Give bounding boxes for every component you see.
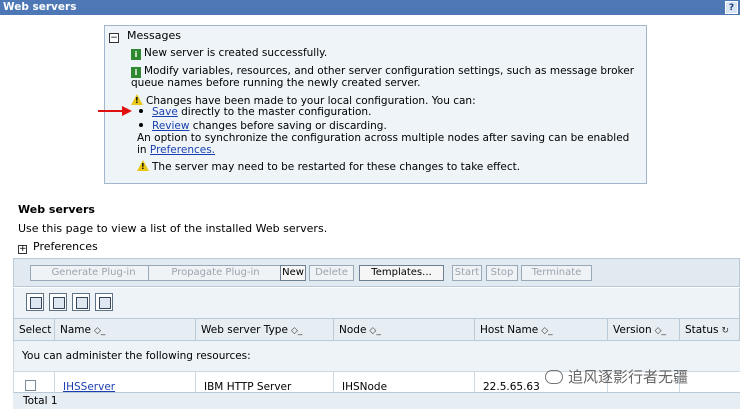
help-icon[interactable]: ? [725,1,738,14]
watermark: 追风逐影行者无疆 [545,366,688,387]
terminate-button[interactable]: Terminate [521,265,592,281]
refresh-icon[interactable]: ↻ [721,326,729,336]
info-icon: i [131,49,141,60]
info-message-text: Modify variables, resources, and other s… [144,65,635,77]
sort-icon[interactable]: ◇_ [94,326,105,336]
column-version[interactable]: Version ◇_ [607,318,680,341]
expand-icon[interactable]: + [18,245,27,254]
info-message-text: New server is created successfully. [144,47,328,59]
table-total: Total 1 [13,392,740,409]
preferences-toggle[interactable]: + Preferences [18,240,98,254]
column-type[interactable]: Web server Type ◇_ [195,318,334,341]
section-title: Web servers [18,203,95,216]
review-option-text: changes before saving or discarding. [189,120,387,132]
select-all-icon[interactable] [26,293,44,311]
window-titlebar: Web servers ? [0,0,740,15]
table-header-row: Select Name ◇_ Web server Type ◇_ Node ◇_ H… [13,318,740,341]
bullet-icon [139,123,143,127]
delete-button[interactable]: Delete [309,265,354,281]
warning-icon [137,160,149,173]
deselect-all-icon[interactable] [49,293,67,311]
sort-icon[interactable]: ◇_ [369,326,380,336]
sort-icon[interactable]: ◇_ [541,326,552,336]
watermark-text: 追风逐影行者无疆 [568,368,689,386]
stop-button[interactable]: Stop [486,265,518,281]
review-link[interactable]: Review [152,120,189,132]
preferences-label: Preferences [33,240,98,253]
column-host[interactable]: Host Name ◇_ [474,318,608,341]
warning-icon [131,94,143,107]
save-option: Save directly to the master configuratio… [139,106,371,118]
review-option: Review changes before saving or discardi… [139,120,387,132]
wechat-icon [545,370,563,384]
clear-filter-icon[interactable] [95,293,113,311]
table-icon-toolbar [13,288,740,318]
sort-icon[interactable]: ◇_ [291,326,302,336]
section-description: Use this page to view a list of the inst… [18,222,328,235]
action-toolbar: Generate Plug-in Propagate Plug-in New D… [13,258,740,287]
red-arrow-annotation [98,106,132,116]
column-status[interactable]: Status ↻ [679,318,740,341]
sync-option-text: An option to synchronize the configurati… [137,132,630,144]
window-title: Web servers [3,1,77,13]
templates-button[interactable]: Templates... [359,265,444,281]
sort-icon[interactable]: ◇_ [655,326,666,336]
save-option-text: directly to the master configuration. [177,106,372,118]
column-node[interactable]: Node ◇_ [333,318,475,341]
warning-message-restart: The server may need to be restarted for … [137,160,520,173]
row-checkbox[interactable] [25,380,36,391]
info-message-modify-cont: queue names before running the newly cre… [131,77,421,89]
column-name[interactable]: Name ◇_ [54,318,196,341]
bullet-icon [139,109,143,113]
show-filter-icon[interactable] [72,293,90,311]
info-message-created: i New server is created successfully. [131,47,327,60]
start-button[interactable]: Start [452,265,482,281]
column-select: Select [13,318,55,341]
messages-title: Messages [127,29,181,42]
propagate-plugin-button[interactable]: Propagate Plug-in [148,265,283,281]
messages-panel: − Messages i New server is created success… [104,25,647,184]
web-servers-table: Select Name ◇_ Web server Type ◇_ Node ◇_ H… [13,318,740,403]
new-button[interactable]: New [280,265,306,281]
save-link[interactable]: Save [152,106,178,118]
sync-in-text: in [137,144,150,156]
messages-header: − Messages [109,29,181,43]
preferences-link[interactable]: Preferences. [150,144,215,156]
generate-plugin-button[interactable]: Generate Plug-in [30,265,157,281]
collapse-icon[interactable]: − [109,33,119,43]
warning-message-text: The server may need to be restarted for … [152,161,521,173]
sync-option-prefs: in Preferences. [137,144,215,156]
